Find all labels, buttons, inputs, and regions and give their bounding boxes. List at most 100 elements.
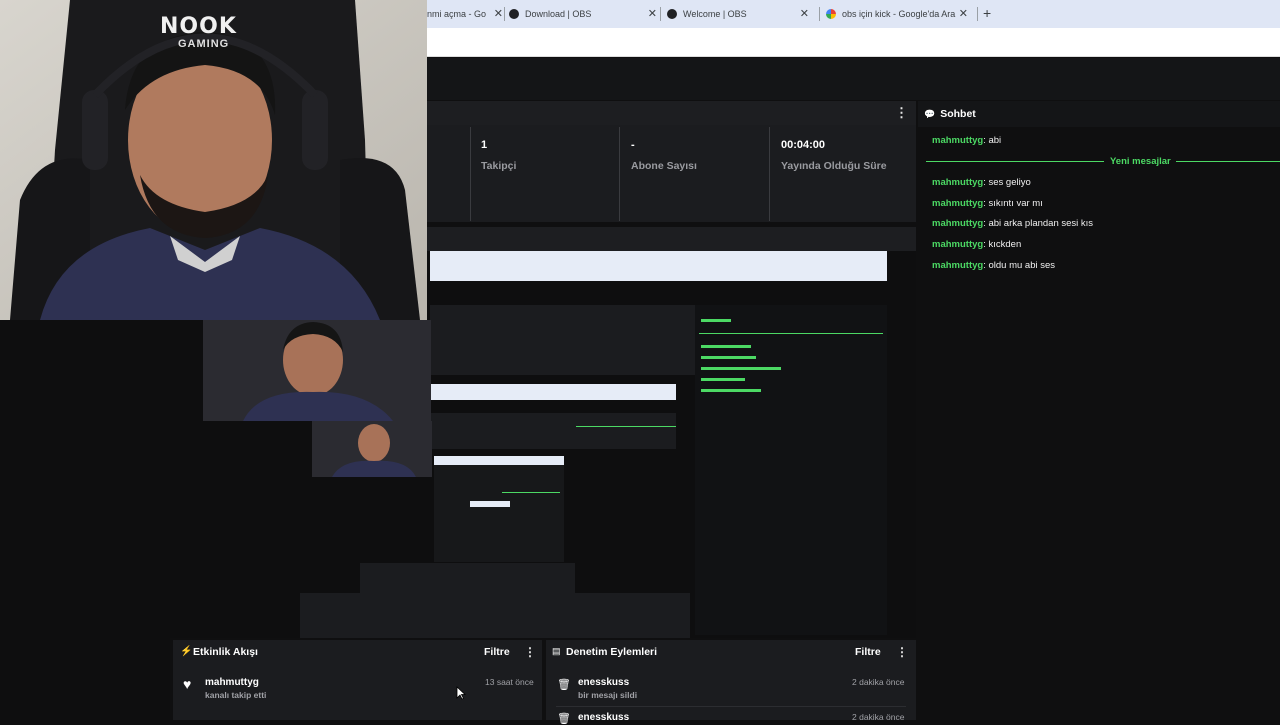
close-icon[interactable]: ✕ [800,7,809,20]
nested-browser-bar-2 [430,384,676,400]
row-divider [556,706,906,707]
activity-filter-button[interactable]: Filtre [484,646,510,658]
close-icon[interactable]: ✕ [494,7,503,20]
chat-username[interactable]: mahmuttyg [932,198,983,209]
chat-panel [918,101,1280,720]
browser-tab[interactable]: obs için kick - Google'da Ara ✕ [826,0,968,28]
subscribers-count: - [631,139,635,151]
nested-webcam-feed [203,320,431,421]
activity-feed-title: Etkinlik Akışı [193,646,258,658]
nested-stats-panel-2 [430,413,676,449]
divider-line [926,161,1104,162]
nested-preview-2 [434,456,564,562]
nested-webcam-feed-2 [312,421,432,477]
tab-divider [504,7,505,21]
tab-divider [977,7,978,21]
live-duration-label: Yayında Olduğu Süre [781,160,887,172]
moderation-time: 2 dakika önce [852,712,905,722]
chat-text: : ses geliyo [983,177,1031,188]
chat-username[interactable]: mahmuttyg [932,177,983,188]
webcam-feed: NOOK GAMING [0,0,427,320]
chat-header: 💬 Sohbet [918,101,1280,127]
nested-webcam-image [203,320,431,421]
chat-username[interactable]: mahmuttyg [932,135,983,146]
address-bar[interactable] [427,28,1280,57]
chat-message: mahmuttyg: oldu mu abi ses [932,260,1055,271]
left-background [0,320,170,720]
stream-preview-header [427,227,916,251]
nested-chat-line [701,378,745,381]
live-duration: 00:04:00 [781,139,826,151]
chat-bubble-icon: 💬 [924,108,936,119]
new-messages-divider: Yeni mesajlar [926,156,1280,168]
nested-chat-line [701,319,731,322]
moderation-filter-button[interactable]: Filtre [855,646,881,658]
tab-divider [660,7,661,21]
chat-message: mahmuttyg: abi arka plandan sesi kıs [932,218,1093,229]
chat-text: : abi [983,135,1002,146]
more-options-icon[interactable]: ⋮ [895,105,908,121]
chat-message: mahmuttyg: ses geliyo [932,177,1031,188]
nested-browser-bar-3 [434,456,564,465]
moderation-title: Denetim Eylemleri [566,646,658,658]
more-options-icon[interactable]: ⋮ [524,645,536,659]
activity-time: 13 saat önce [485,677,534,687]
log-icon: ▤ [552,646,561,656]
browser-tab[interactable]: Download | OBS ✕ [509,0,657,28]
new-tab-button[interactable]: + [983,5,991,21]
trash-icon: 🗑 [557,679,571,691]
mouse-cursor-icon [456,686,466,700]
chat-username[interactable]: mahmuttyg [932,260,983,271]
close-icon[interactable]: ✕ [959,7,968,20]
chat-message: mahmuttyg: sıkıntı var mı [932,198,1043,209]
browser-tab-strip: nmi açma - Go ✕ Download | OBS ✕ Welcome… [427,0,1280,28]
nested-chat-divider-3 [576,426,676,427]
nested-webcam-image-2 [312,421,432,477]
chat-text: : abi arka plandan sesi kıs [983,218,1094,229]
obs-favicon-icon [667,9,677,19]
activity-username[interactable]: mahmuttyg [205,677,259,688]
new-messages-label: Yeni mesajlar [1110,156,1171,167]
stat-divider [470,127,471,221]
divider-line [1176,161,1280,162]
tab-title: obs için kick - Google'da Ara [842,9,956,19]
stats-header-strip: ⋮ [427,101,916,125]
nested-chat-divider-2 [502,492,560,493]
tab-title: nmi açma - Go [427,9,487,19]
browser-tab[interactable]: Welcome | OBS ✕ [667,0,809,28]
more-options-icon[interactable]: ⋮ [896,645,908,659]
chat-username[interactable]: mahmuttyg [932,239,983,250]
nested-browser-bar-4 [470,501,510,507]
nested-bottom-panels [300,593,690,638]
chair-logo-subtext: GAMING [178,38,230,50]
moderation-username[interactable]: enesskuss [578,677,629,688]
google-favicon-icon [826,9,836,19]
close-icon[interactable]: ✕ [648,7,657,20]
moderation-username[interactable]: enesskuss [578,712,629,723]
chat-username[interactable]: mahmuttyg [932,218,983,229]
browser-tab[interactable]: nmi açma - Go ✕ [427,0,503,28]
nested-chat [695,305,887,635]
chat-text: : oldu mu abi ses [983,260,1056,271]
stat-divider [769,127,770,221]
subscribers-label: Abone Sayısı [631,160,697,172]
nested-chat-line [701,345,751,348]
nested-chat-line [701,389,761,392]
followers-label: Takipçi [481,160,517,172]
chat-title: Sohbet [940,108,976,120]
chat-text: : kıckden [983,239,1022,250]
moderation-time: 2 dakika önce [852,677,905,687]
nested-chat-line [701,356,756,359]
moderation-description: bir mesajı sildi [578,690,638,700]
nested-chat-line [701,367,781,370]
heart-icon: ♥ [183,676,192,692]
stat-divider [619,127,620,221]
lightning-icon: ⚡ [180,646,193,657]
trash-icon: 🗑 [557,713,571,725]
chat-message: mahmuttyg: kıckden [932,239,1021,250]
stats-panel [427,125,916,222]
tab-title: Download | OBS [525,9,592,19]
nested-stats-panel [430,305,695,375]
chat-message: mahmuttyg: abi [932,135,1001,146]
nested-chat-divider [699,333,883,334]
